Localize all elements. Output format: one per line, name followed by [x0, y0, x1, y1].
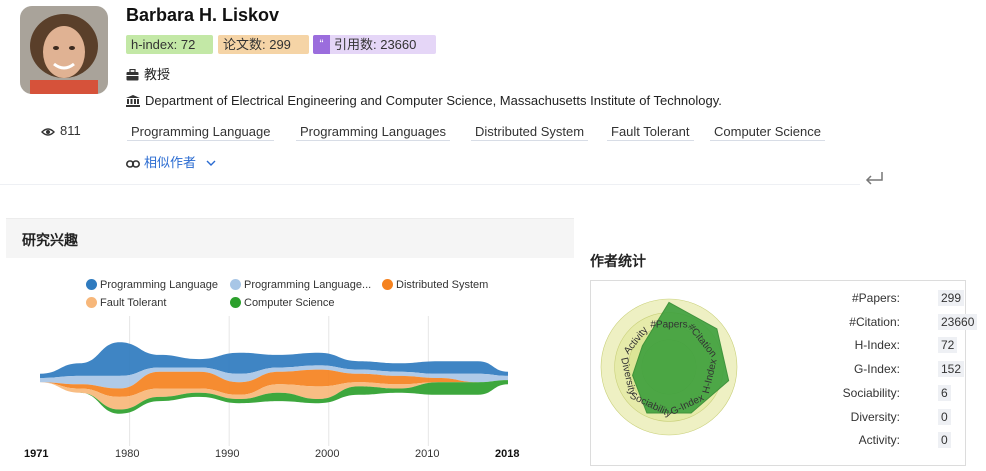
stat-label: #Papers:: [851, 291, 900, 305]
axis-tick: 2018: [495, 448, 520, 460]
legend-item-programming-languages[interactable]: Programming Language...: [230, 279, 371, 292]
stat-label: G-Index:: [853, 362, 900, 376]
legend-item-computer-science[interactable]: Computer Science: [230, 297, 335, 310]
legend-swatch: [230, 297, 241, 308]
stat-value: 72: [938, 337, 958, 353]
papers-badge: 论文数: 299: [218, 35, 309, 54]
chart-legend: Programming Language Programming Languag…: [86, 279, 556, 315]
legend-swatch: [230, 279, 241, 290]
stat-label: #Citation:: [849, 315, 900, 329]
author-name[interactable]: Barbara H. Liskov: [126, 5, 279, 26]
avatar-photo: [20, 6, 108, 94]
view-count: 811: [41, 123, 81, 138]
author-org-row: Department of Electrical Engineering and…: [126, 92, 722, 110]
return-icon[interactable]: [862, 166, 886, 190]
h-index-badge: h-index: 72: [126, 35, 213, 54]
legend-label: Programming Language: [100, 279, 219, 291]
tag-distributed-system[interactable]: Distributed System: [471, 122, 589, 141]
tag-fault-tolerant[interactable]: Fault Tolerant: [607, 122, 694, 141]
legend-item-programming-language[interactable]: Programming Language: [86, 279, 218, 292]
research-interest-streamgraph: [40, 316, 508, 446]
axis-tick: 1980: [115, 448, 140, 460]
eye-icon: [41, 128, 55, 136]
axis-tick: 2010: [415, 448, 440, 460]
stat-label: Diversity:: [850, 410, 900, 424]
axis-tick: 1990: [215, 448, 240, 460]
research-interests-title: 研究兴趣: [22, 232, 78, 248]
radar-axis-label: #Papers: [650, 319, 687, 330]
legend-swatch: [86, 279, 97, 290]
institution-icon: [126, 95, 140, 107]
axis-tick: 2000: [315, 448, 340, 460]
stat-value: 23660: [938, 314, 978, 330]
tag-programming-languages[interactable]: Programming Languages: [296, 122, 450, 141]
chevron-down-icon: [206, 160, 216, 166]
quote-icon: “: [313, 35, 330, 54]
stat-label: H-Index:: [854, 338, 900, 352]
tag-programming-language[interactable]: Programming Language: [127, 122, 275, 141]
author-radar-chart: #Papers#CitationH-IndexG-IndexSociabilit…: [600, 298, 738, 436]
legend-label: Fault Tolerant: [100, 297, 167, 309]
legend-item-fault-tolerant[interactable]: Fault Tolerant: [86, 297, 166, 310]
author-title: 教授: [144, 67, 171, 82]
stat-value: 6: [938, 385, 951, 401]
similar-authors-link[interactable]: 相似作者: [126, 152, 220, 171]
author-organization: Department of Electrical Engineering and…: [145, 93, 722, 108]
legend-label: Computer Science: [244, 297, 335, 309]
citations-badge-text: 引用数: 23660: [334, 37, 417, 52]
stat-value: 152: [938, 361, 965, 377]
tag-computer-science[interactable]: Computer Science: [710, 122, 825, 141]
similar-authors-label: 相似作者: [144, 155, 197, 170]
legend-item-distributed-system[interactable]: Distributed System: [382, 279, 488, 292]
stat-label: Sociability:: [842, 386, 900, 400]
view-count-value: 811: [60, 123, 81, 138]
stat-value: 299: [938, 290, 965, 306]
author-title-row: 教授: [126, 66, 170, 84]
citations-badge: “ 引用数: 23660: [313, 35, 436, 54]
research-interests-header: [6, 218, 574, 258]
author-stats-title: 作者统计: [590, 253, 646, 269]
legend-swatch: [86, 297, 97, 308]
legend-label: Programming Language...: [244, 279, 372, 291]
link-icon: [126, 160, 140, 168]
divider: [0, 184, 860, 185]
stat-label: Activity:: [858, 433, 900, 447]
legend-label: Distributed System: [396, 279, 489, 291]
briefcase-icon: [126, 68, 139, 81]
stat-value: 0: [938, 432, 951, 448]
legend-swatch: [382, 279, 393, 290]
axis-tick: 1971: [24, 448, 49, 460]
stat-value: 0: [938, 409, 951, 425]
author-avatar: [20, 6, 108, 94]
